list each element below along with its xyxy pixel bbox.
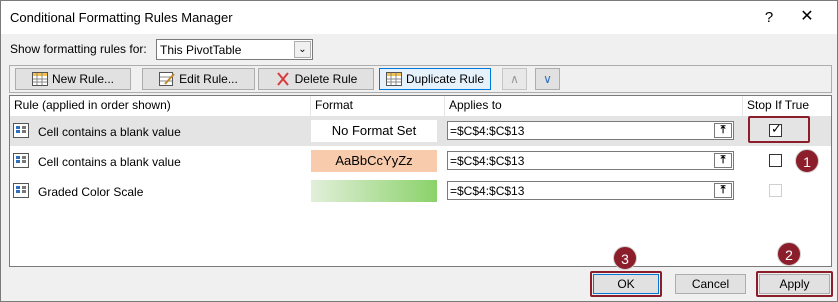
delete-rule-label: Delete Rule xyxy=(294,72,358,86)
rule-name: Cell contains a blank value xyxy=(38,155,181,169)
move-up-button[interactable]: ∧ xyxy=(502,68,527,90)
edit-rule-label: Edit Rule... xyxy=(179,72,238,86)
rule-icon xyxy=(13,183,29,198)
applies-to-value: =$C$4:$C$13 xyxy=(450,184,525,198)
color-scale-preview xyxy=(311,180,437,202)
rules-manager-dialog: Conditional Formatting Rules Manager ? ✕… xyxy=(0,0,838,302)
chevron-down-icon[interactable]: ⌄ xyxy=(294,41,311,58)
show-rules-select[interactable]: This PivotTable ⌄ xyxy=(156,39,313,60)
chevron-down-icon: ∨ xyxy=(543,72,552,86)
column-header-stop-if-true: Stop If True xyxy=(747,98,810,112)
annotation-badge-2: 2 xyxy=(777,242,801,266)
rule-row[interactable]: Cell contains a blank value No Format Se… xyxy=(10,116,831,146)
new-rule-icon xyxy=(31,72,48,86)
annotation-badge-1: 1 xyxy=(795,149,819,173)
chevron-up-icon: ∧ xyxy=(510,72,519,86)
rule-name: Graded Color Scale xyxy=(38,185,144,199)
duplicate-rule-icon xyxy=(385,72,402,86)
format-preview: No Format Set xyxy=(311,120,437,142)
cancel-button[interactable]: Cancel xyxy=(675,274,746,294)
column-header-rule: Rule (applied in order shown) xyxy=(10,96,311,116)
title-bar: Conditional Formatting Rules Manager ? ✕ xyxy=(1,1,837,34)
highlight-box xyxy=(756,271,833,297)
collapse-dialog-icon[interactable]: ⤒ xyxy=(714,123,732,138)
delete-rule-button[interactable]: Delete Rule xyxy=(258,68,374,90)
new-rule-button[interactable]: New Rule... xyxy=(15,68,131,90)
annotation-badge-3: 3 xyxy=(613,246,637,270)
show-rules-value: This PivotTable xyxy=(160,43,242,57)
show-rules-label: Show formatting rules for: xyxy=(10,42,147,56)
applies-to-value: =$C$4:$C$13 xyxy=(450,154,525,168)
rule-row[interactable]: Cell contains a blank value AaBbCcYyZz =… xyxy=(10,146,831,176)
help-icon[interactable]: ? xyxy=(758,7,780,29)
applies-to-input[interactable]: =$C$4:$C$13 ⤒ xyxy=(447,181,734,200)
duplicate-rule-button[interactable]: Duplicate Rule xyxy=(379,68,491,90)
edit-rule-icon xyxy=(159,72,175,86)
dialog-title: Conditional Formatting Rules Manager xyxy=(10,10,233,25)
collapse-dialog-icon[interactable]: ⤒ xyxy=(714,153,732,168)
highlight-box xyxy=(590,271,662,297)
toolbar: New Rule... Edit Rule... Delete Rule Dup… xyxy=(9,65,832,93)
format-preview: AaBbCcYyZz xyxy=(311,150,437,172)
new-rule-label: New Rule... xyxy=(51,72,115,86)
applies-to-value: =$C$4:$C$13 xyxy=(450,124,525,138)
rules-grid: Rule (applied in order shown) Format App… xyxy=(9,95,832,267)
column-header-format: Format xyxy=(311,96,445,116)
delete-x-icon xyxy=(275,72,291,86)
column-header-applies-to: Applies to xyxy=(445,96,743,116)
duplicate-rule-label: Duplicate Rule xyxy=(405,72,485,86)
rule-name: Cell contains a blank value xyxy=(38,125,181,139)
applies-to-input[interactable]: =$C$4:$C$13 ⤒ xyxy=(447,151,734,170)
move-down-button[interactable]: ∨ xyxy=(535,68,560,90)
highlight-box xyxy=(748,116,810,143)
collapse-dialog-icon[interactable]: ⤒ xyxy=(714,183,732,198)
rule-icon xyxy=(13,153,29,168)
stop-if-true-checkbox[interactable] xyxy=(769,154,782,167)
edit-rule-button[interactable]: Edit Rule... xyxy=(142,68,255,90)
close-icon[interactable]: ✕ xyxy=(796,6,818,28)
rule-row[interactable]: Graded Color Scale =$C$4:$C$13 ⤒ xyxy=(10,176,831,206)
rule-icon xyxy=(13,123,29,138)
stop-if-true-checkbox xyxy=(769,184,782,197)
applies-to-input[interactable]: =$C$4:$C$13 ⤒ xyxy=(447,121,734,140)
